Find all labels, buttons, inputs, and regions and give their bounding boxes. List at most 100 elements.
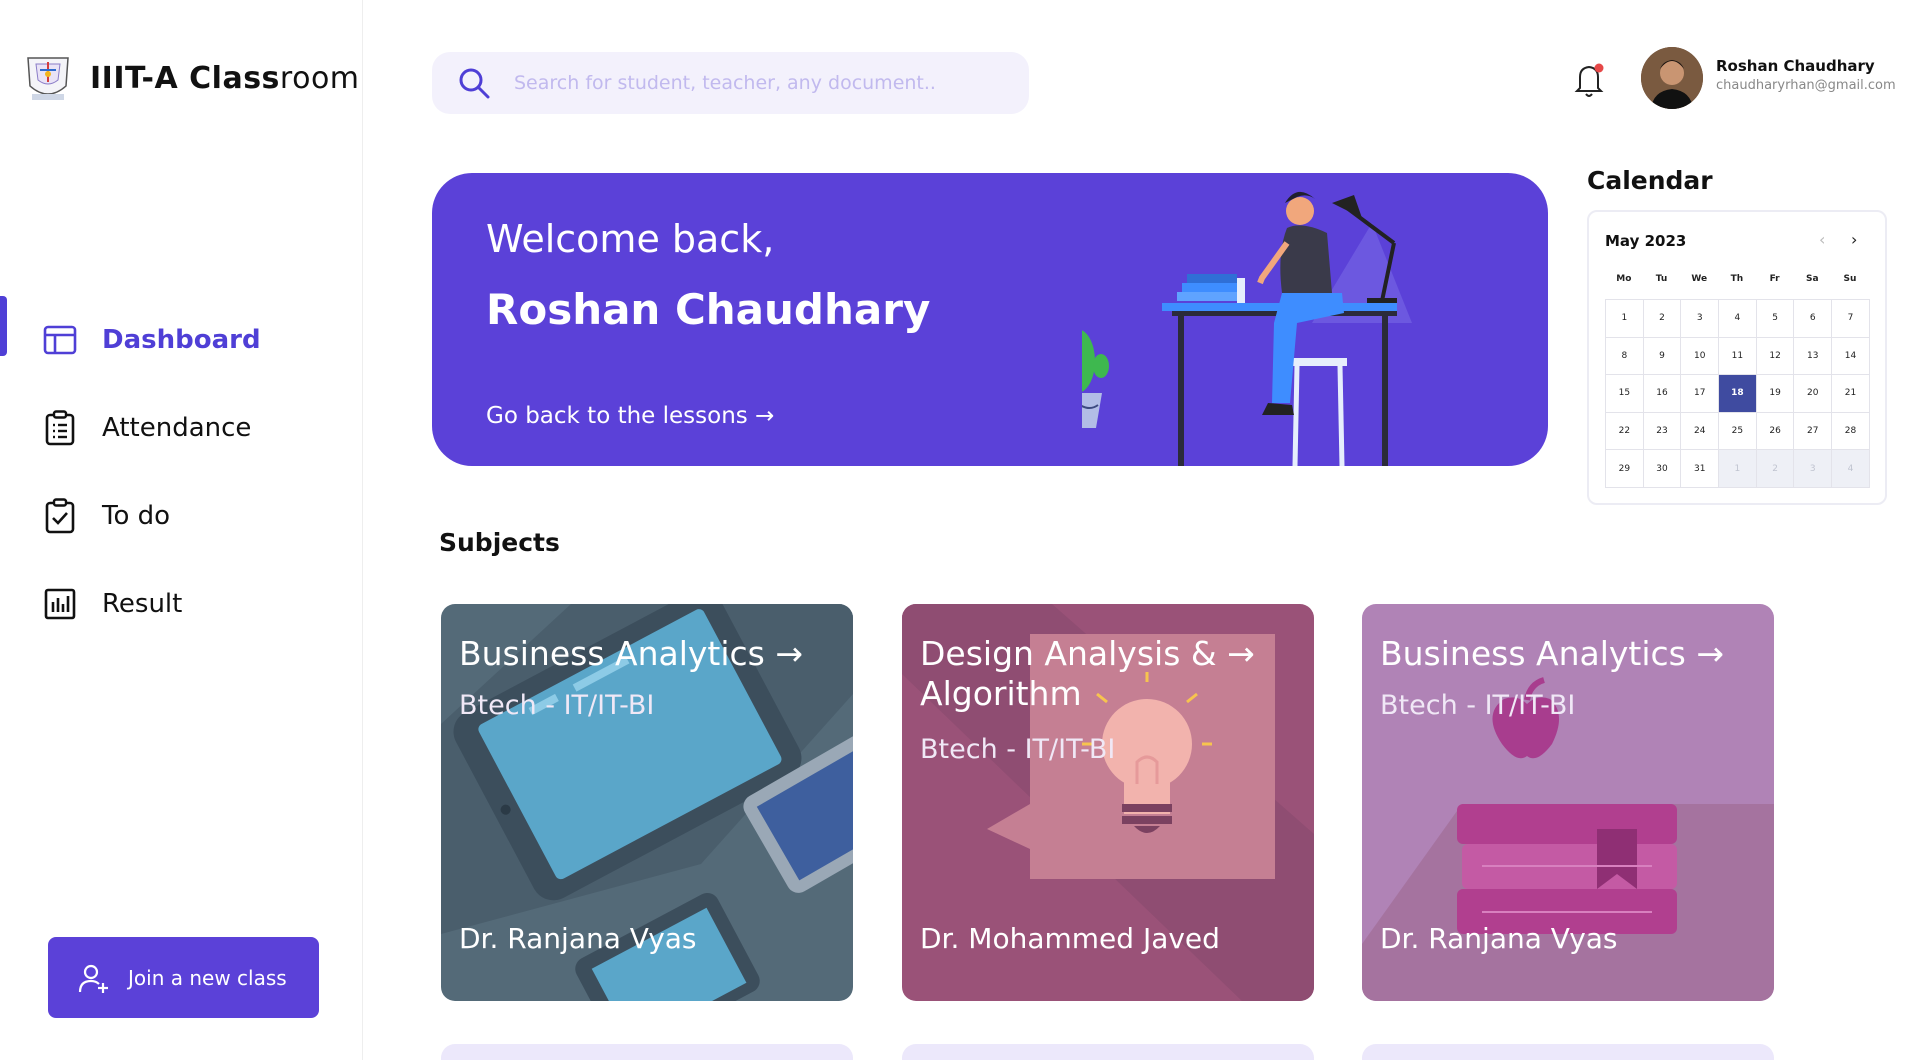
sidebar-item-label: Attendance bbox=[102, 413, 252, 443]
calendar-day[interactable]: 3 bbox=[1794, 450, 1833, 488]
bell-icon bbox=[1574, 63, 1604, 97]
calendar-day[interactable]: 4 bbox=[1719, 300, 1757, 338]
subject-title: Business Analytics → bbox=[1380, 634, 1725, 673]
clipboard-list-icon bbox=[42, 410, 78, 446]
sidebar-nav: Dashboard Attendance To do Result bbox=[0, 296, 363, 648]
calendar-day[interactable]: 11 bbox=[1719, 337, 1757, 376]
subject-card[interactable]: Business Analytics → Btech - IT/IT-BI Dr… bbox=[1362, 604, 1774, 1001]
search-icon bbox=[459, 68, 490, 99]
subject-card[interactable]: Design Analysis & → Algorithm Btech - IT… bbox=[902, 604, 1314, 1001]
user-name: Roshan Chaudhary bbox=[1716, 57, 1875, 75]
calendar-day[interactable]: 7 bbox=[1832, 300, 1870, 338]
calendar-day[interactable]: 26 bbox=[1756, 412, 1795, 451]
user-photo bbox=[1641, 47, 1703, 109]
avatar[interactable] bbox=[1641, 47, 1703, 109]
calendar-day-today[interactable]: 18 bbox=[1719, 375, 1757, 413]
subject-subtitle: Btech - IT/IT-BI bbox=[1380, 690, 1576, 721]
calendar-prev-button[interactable]: ‹ bbox=[1819, 230, 1825, 249]
sidebar-item-result[interactable]: Result bbox=[0, 560, 363, 648]
subjects-heading: Subjects bbox=[439, 528, 560, 557]
calendar-weekday: Mo bbox=[1616, 274, 1632, 284]
subject-title: Design Analysis & → Algorithm bbox=[920, 634, 1255, 714]
subject-teacher: Dr. Ranjana Vyas bbox=[1380, 922, 1618, 955]
brand[interactable]: IIIT-A Classroom bbox=[22, 52, 360, 104]
brand-title-light: room bbox=[279, 60, 360, 96]
calendar-month: May 2023 bbox=[1605, 232, 1687, 250]
subject-card[interactable]: Business Analytics → Btech - IT/IT-BI Dr… bbox=[441, 604, 853, 1001]
calendar-weekday: Tu bbox=[1655, 274, 1668, 284]
subject-card-partial[interactable] bbox=[441, 1044, 853, 1060]
calendar-day[interactable]: 29 bbox=[1606, 450, 1644, 488]
join-class-label: Join a new class bbox=[128, 965, 287, 990]
calendar-day[interactable]: 23 bbox=[1643, 412, 1682, 451]
calendar-day[interactable]: 15 bbox=[1606, 375, 1644, 413]
calendar-day[interactable]: 2 bbox=[1643, 300, 1682, 338]
sidebar-item-attendance[interactable]: Attendance bbox=[0, 384, 363, 472]
sidebar-item-label: To do bbox=[102, 501, 171, 531]
calendar-day[interactable]: 31 bbox=[1681, 450, 1720, 488]
calendar-day[interactable]: 24 bbox=[1681, 412, 1720, 451]
brand-title: IIIT-A Classroom bbox=[90, 61, 360, 96]
calendar-day[interactable]: 14 bbox=[1832, 337, 1870, 376]
calendar-day[interactable]: 1 bbox=[1719, 450, 1757, 488]
sidebar-item-todo[interactable]: To do bbox=[0, 472, 363, 560]
calendar-day[interactable]: 21 bbox=[1832, 375, 1870, 413]
sidebar: IIIT-A Classroom Dashboard Attendance To… bbox=[0, 0, 363, 1060]
calendar-day[interactable]: 30 bbox=[1643, 450, 1682, 488]
subject-subtitle: Btech - IT/IT-BI bbox=[920, 734, 1116, 765]
sidebar-item-dashboard[interactable]: Dashboard bbox=[0, 296, 363, 384]
calendar-next-button[interactable]: › bbox=[1851, 230, 1857, 249]
calendar-day[interactable]: 20 bbox=[1794, 375, 1833, 413]
calendar-day[interactable]: 3 bbox=[1681, 300, 1720, 338]
welcome-banner: Welcome back, Roshan Chaudhary Go back t… bbox=[432, 173, 1548, 466]
join-class-button[interactable]: Join a new class bbox=[48, 937, 319, 1018]
sidebar-item-label: Dashboard bbox=[102, 325, 261, 355]
calendar-day[interactable]: 5 bbox=[1756, 300, 1795, 338]
subject-subtitle: Btech - IT/IT-BI bbox=[459, 690, 655, 721]
app-root: IIIT-A Classroom Dashboard Attendance To… bbox=[0, 0, 1920, 1060]
back-to-lessons-link[interactable]: Go back to the lessons → bbox=[486, 403, 774, 429]
calendar-title: Calendar bbox=[1587, 166, 1713, 195]
subject-teacher: Dr. Ranjana Vyas bbox=[459, 922, 697, 955]
subject-card-partial[interactable] bbox=[902, 1044, 1314, 1060]
iiita-emblem-icon bbox=[27, 57, 69, 100]
calendar-day[interactable]: 28 bbox=[1832, 412, 1870, 451]
calendar-weekday: Sa bbox=[1806, 274, 1819, 284]
user-plus-icon bbox=[78, 964, 108, 993]
calendar-day[interactable]: 22 bbox=[1606, 412, 1644, 451]
calendar-day[interactable]: 2 bbox=[1756, 450, 1795, 488]
subject-title: Business Analytics → bbox=[459, 634, 804, 673]
calendar-weekday: Su bbox=[1843, 274, 1857, 284]
welcome-greeting: Welcome back, bbox=[486, 217, 775, 261]
search-bar[interactable] bbox=[432, 52, 1029, 114]
calendar-day[interactable]: 9 bbox=[1643, 337, 1682, 376]
calendar-weekday: We bbox=[1691, 274, 1708, 284]
bar-chart-icon bbox=[42, 586, 78, 622]
clipboard-check-icon bbox=[42, 498, 78, 534]
notification-bell[interactable] bbox=[1572, 60, 1608, 100]
calendar-day[interactable]: 16 bbox=[1643, 375, 1682, 413]
calendar-day[interactable]: 12 bbox=[1756, 337, 1795, 376]
calendar-day[interactable]: 17 bbox=[1681, 375, 1720, 413]
calendar-weekdays: Mo Tu We Th Fr Sa Su bbox=[1605, 274, 1869, 284]
student-desk-illustration bbox=[1082, 191, 1412, 466]
calendar-day[interactable]: 13 bbox=[1794, 337, 1833, 376]
calendar-day[interactable]: 25 bbox=[1719, 412, 1757, 451]
calendar-day[interactable]: 10 bbox=[1681, 337, 1720, 376]
search-input[interactable] bbox=[514, 72, 994, 94]
calendar-days-grid: 1 2 3 4 5 6 7 8 9 10 11 12 13 14 15 16 17 18 19 20 21 22 23 24 2… bbox=[1605, 299, 1870, 488]
calendar-weekday: Fr bbox=[1769, 274, 1780, 284]
calendar-day[interactable]: 4 bbox=[1832, 450, 1870, 488]
calendar-day[interactable]: 8 bbox=[1606, 337, 1644, 376]
user-email: chaudharyrhan@gmail.com bbox=[1716, 78, 1896, 93]
calendar-day[interactable]: 1 bbox=[1606, 300, 1644, 338]
calendar-day[interactable]: 27 bbox=[1794, 412, 1833, 451]
subject-teacher: Dr. Mohammed Javed bbox=[920, 922, 1220, 955]
brand-title-bold: IIIT-A Class bbox=[90, 60, 280, 96]
calendar-widget: May 2023 ‹ › Mo Tu We Th Fr Sa Su 1 2 3 4 5 6 7 8 9 10 1… bbox=[1587, 210, 1887, 505]
layout-icon bbox=[42, 322, 78, 358]
calendar-day[interactable]: 6 bbox=[1794, 300, 1833, 338]
sidebar-item-label: Result bbox=[102, 589, 183, 619]
subject-card-partial[interactable] bbox=[1362, 1044, 1774, 1060]
calendar-day[interactable]: 19 bbox=[1756, 375, 1795, 413]
